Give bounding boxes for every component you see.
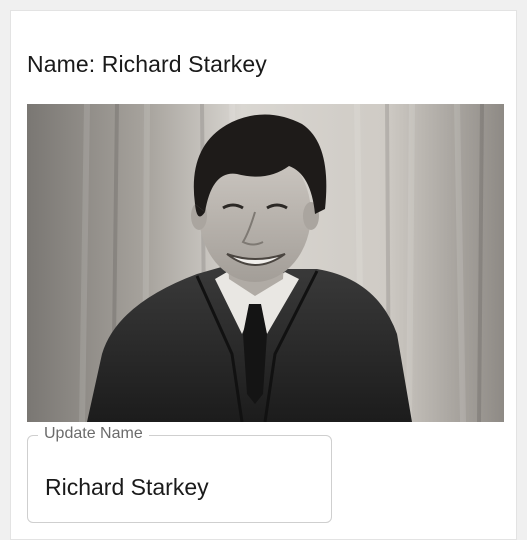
update-name-field: Update Name	[27, 425, 332, 523]
profile-photo	[27, 104, 504, 422]
name-heading: Name: Richard Starkey	[27, 51, 267, 78]
profile-card: Name: Richard Starkey Update Name Richar…	[10, 10, 517, 540]
name-value: Richard Starkey	[101, 51, 267, 77]
update-name-label: Update Name	[38, 425, 149, 443]
update-name-input[interactable]	[45, 472, 315, 502]
name-prefix: Name:	[27, 51, 102, 77]
